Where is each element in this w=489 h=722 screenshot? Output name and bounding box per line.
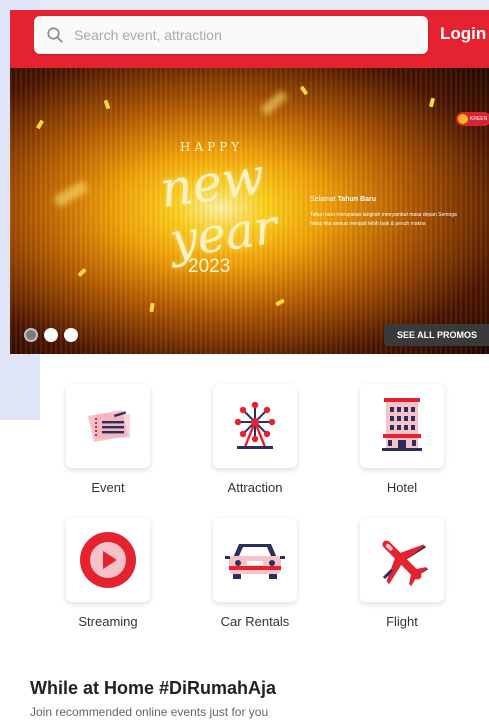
ticket-icon	[88, 410, 130, 442]
category-hotel[interactable]: Hotel	[347, 384, 457, 495]
ferris-wheel-icon	[234, 401, 276, 449]
play-icon	[80, 532, 136, 588]
section-subtitle: Join recommended online events just for …	[30, 705, 269, 719]
category-event[interactable]: Event	[53, 384, 163, 495]
carousel-dot-3[interactable]	[64, 328, 78, 342]
airplane-icon	[382, 540, 429, 587]
banner-year-number: 2023	[188, 256, 231, 277]
category-car-rentals[interactable]: Car Rentals	[200, 518, 310, 629]
search-input[interactable]	[74, 27, 404, 43]
section-title: While at Home #DiRumahAja	[30, 678, 277, 698]
brand-badge: KREEN	[456, 112, 489, 126]
brand-logo-icon	[458, 114, 468, 124]
category-attraction[interactable]: Attraction	[200, 384, 310, 495]
category-label: Attraction	[227, 480, 283, 495]
hotel-building-icon	[382, 398, 422, 451]
category-streaming[interactable]: Streaming	[53, 518, 163, 629]
carousel-dots	[24, 328, 78, 342]
banner-promo-title: Selamat Tahun Baru	[310, 196, 376, 203]
top-header: Login	[10, 10, 489, 68]
app-screen: Login HAPPY new year 2023 Selamat Tahun …	[0, 0, 489, 722]
login-button[interactable]: Login	[440, 24, 486, 44]
category-tile[interactable]	[360, 518, 444, 602]
promo-banner[interactable]: HAPPY new year 2023 Selamat Tahun Baru T…	[10, 68, 489, 354]
category-flight[interactable]: Flight	[347, 518, 457, 629]
category-tile[interactable]	[66, 518, 150, 602]
car-icon	[225, 544, 285, 579]
category-label: Hotel	[386, 480, 418, 495]
search-icon	[47, 27, 63, 43]
banner-promo-title-bold: Tahun Baru	[337, 196, 376, 203]
category-tile[interactable]	[213, 384, 297, 468]
banner-promo-title-prefix: Selamat	[310, 196, 338, 203]
category-tile[interactable]	[66, 384, 150, 468]
search-box[interactable]	[34, 16, 428, 54]
banner-promo-description: Tahun baru merupakan langkah menyambut m…	[310, 212, 457, 227]
category-label: Streaming	[78, 614, 138, 629]
category-label: Car Rentals	[220, 614, 290, 629]
category-label: Flight	[386, 614, 418, 629]
see-all-promos-button[interactable]: SEE ALL PROMOS	[384, 324, 489, 346]
category-label: Event	[91, 480, 125, 495]
category-tile[interactable]	[213, 518, 297, 602]
brand-name: KREEN	[470, 116, 488, 122]
carousel-dot-1[interactable]	[24, 328, 38, 342]
category-tile[interactable]	[360, 384, 444, 468]
carousel-dot-2[interactable]	[44, 328, 58, 342]
